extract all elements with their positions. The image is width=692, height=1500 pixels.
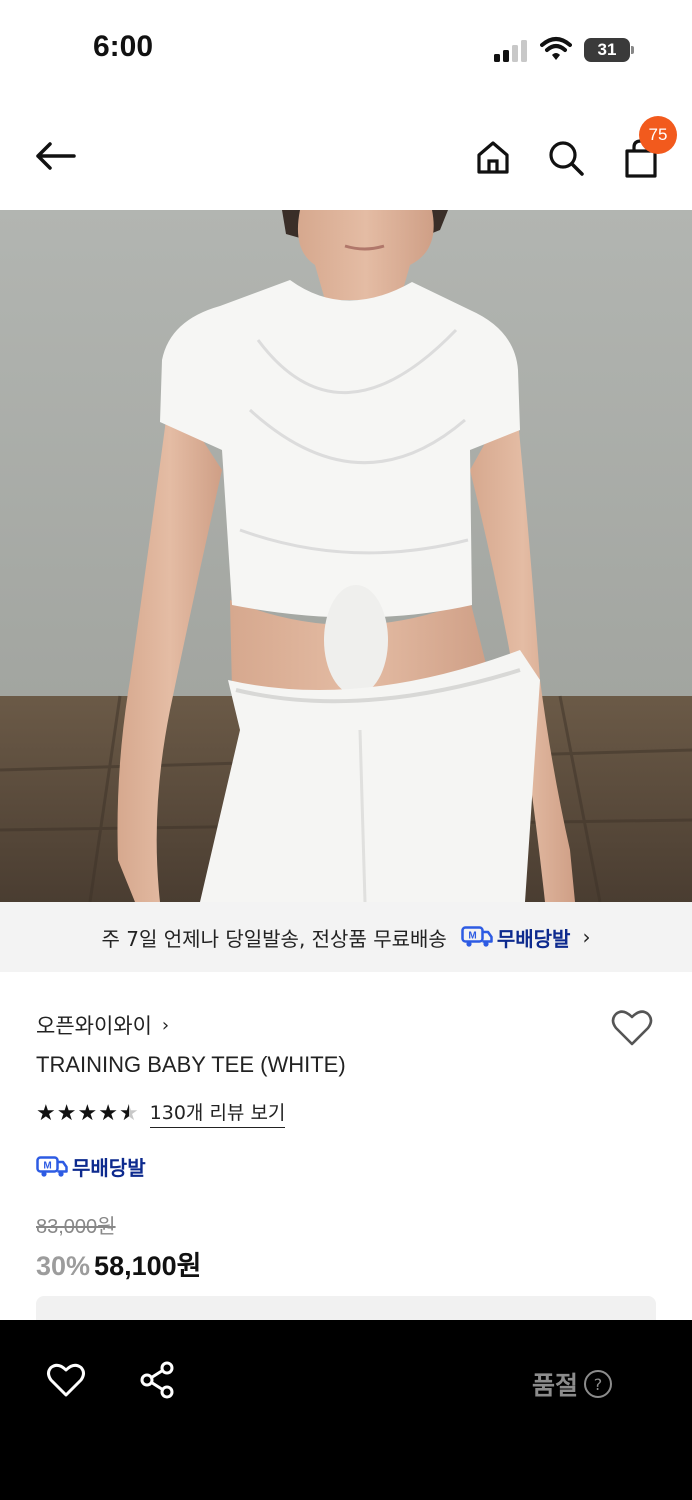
chevron-right-icon: ›: [582, 925, 591, 949]
sale-price: 58,100원: [94, 1251, 202, 1281]
share-icon: [140, 1361, 174, 1399]
sold-out-label: 품절: [532, 1371, 579, 1400]
star-icon: ★: [56, 1100, 77, 1126]
delivery-badge-label: 무배당발: [496, 926, 571, 951]
badge-letter: M: [468, 931, 476, 942]
star-rating: ★ ★ ★ ★ ★: [36, 1101, 140, 1126]
star-icon: ★: [36, 1100, 56, 1126]
home-icon: [477, 141, 509, 174]
top-nav: [0, 100, 692, 210]
product-image[interactable]: [0, 210, 692, 902]
delivery-truck-icon: M: [36, 1155, 68, 1177]
discount-rate: 30%: [36, 1251, 91, 1281]
help-icon[interactable]: ?: [584, 1370, 613, 1398]
bottom-action-bar: [0, 1320, 692, 1500]
sold-out-status: 품절 ?: [532, 1366, 613, 1402]
delivery-badge-label: 무배당발: [72, 1156, 146, 1180]
product-photo: [0, 210, 692, 902]
delivery-banner[interactable]: 주 7일 언제나 당일발송, 전상품 무료배송 M 무배당발 ›: [0, 902, 692, 972]
search-button[interactable]: [544, 136, 588, 180]
battery-cap: [631, 46, 634, 54]
rating-row: ★ ★ ★ ★ ★ 130개 리뷰 보기: [36, 1098, 286, 1128]
back-button[interactable]: [30, 136, 80, 176]
delivery-badge: M 무배당발: [461, 923, 571, 952]
arrow-left-icon: [36, 142, 76, 170]
review-link[interactable]: 130개 리뷰 보기: [149, 1098, 286, 1128]
brand-link[interactable]: 오픈와이와이 ›: [36, 1010, 169, 1040]
star-icon: ★: [77, 1100, 98, 1126]
product-title: TRAINING BABY TEE (WHITE): [36, 1052, 346, 1077]
half-star-icon: ★: [118, 1100, 139, 1126]
delivery-banner-text: 주 7일 언제나 당일발송, 전상품 무료배송: [101, 926, 447, 951]
original-price: 83,000원: [36, 1216, 116, 1238]
delivery-badge: M 무배당발: [36, 1152, 146, 1181]
delivery-truck-icon: M: [461, 926, 493, 947]
wishlist-button[interactable]: [610, 1008, 654, 1052]
cart-count-badge: 75: [639, 116, 677, 154]
signal-icon: [494, 40, 527, 62]
home-button[interactable]: [472, 136, 514, 178]
bottom-like-button[interactable]: [46, 1362, 86, 1402]
chevron-right-icon: ›: [161, 1014, 170, 1036]
heart-icon: [47, 1363, 85, 1397]
badge-letter: M: [43, 1160, 51, 1171]
search-icon: [549, 141, 584, 176]
status-bar: 6:00 31: [0, 0, 692, 100]
price-row: 30% 58,100원: [36, 1244, 201, 1283]
brand-name: 오픈와이와이: [36, 1014, 152, 1038]
heart-icon: [611, 1010, 653, 1046]
star-icon: ★: [98, 1100, 118, 1126]
wifi-icon: [540, 37, 572, 60]
status-time: 6:00: [93, 30, 154, 63]
battery-indicator: 31: [584, 38, 630, 62]
share-button[interactable]: [138, 1360, 178, 1404]
